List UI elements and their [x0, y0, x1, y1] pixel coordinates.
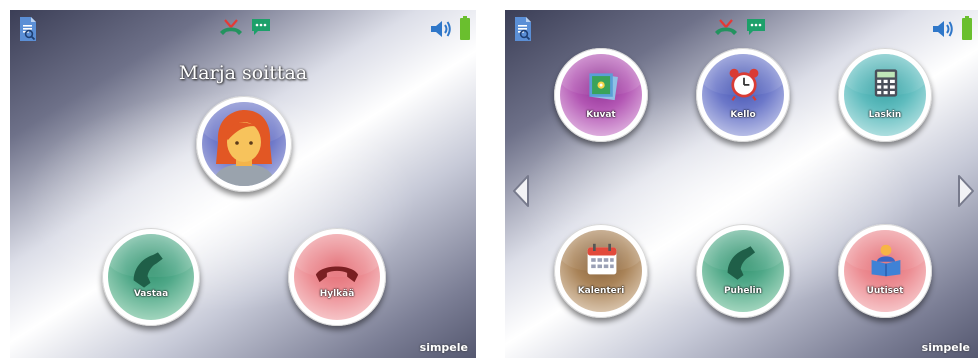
- app-tile-kuvat[interactable]: Kuvat: [554, 48, 648, 142]
- caller-name: Marja soittaa: [178, 62, 308, 84]
- caller-avatar: [196, 96, 292, 192]
- brand-logo: simpele: [419, 341, 468, 354]
- reject-label: Hylkää: [319, 289, 355, 299]
- app-label: Kuvat: [586, 110, 616, 120]
- arrow-right-icon[interactable]: [956, 174, 976, 208]
- reject-button[interactable]: Hylkää: [288, 228, 386, 326]
- status-notifications: [713, 18, 766, 40]
- app-label: Laskin: [868, 110, 902, 120]
- phone-handset-icon: [133, 252, 163, 288]
- document-search-icon[interactable]: [18, 16, 38, 42]
- battery-icon: [962, 16, 972, 40]
- answer-label: Vastaa: [133, 289, 169, 299]
- arrow-left-icon[interactable]: [511, 174, 531, 208]
- missed-call-icon[interactable]: [713, 18, 739, 36]
- message-icon[interactable]: [746, 18, 766, 36]
- status-notifications: [218, 18, 271, 40]
- message-icon[interactable]: [251, 18, 271, 36]
- app-tile-laskin[interactable]: Laskin: [838, 48, 932, 142]
- app-tile-kalenteri[interactable]: Kalenteri: [554, 224, 648, 318]
- battery-icon: [460, 16, 470, 40]
- app-tile-puhelin[interactable]: Puhelin: [696, 224, 790, 318]
- phone-icon: [727, 246, 756, 280]
- app-label: Puhelin: [723, 286, 763, 296]
- app-label: Uutiset: [866, 286, 904, 296]
- hang-up-icon: [315, 266, 359, 283]
- speaker-icon[interactable]: [932, 20, 954, 38]
- app-label: Kello: [730, 110, 756, 120]
- home-screen: Kuvat Kello Laskin Kalenteri Puhelin Uut…: [505, 10, 978, 358]
- app-tile-kello[interactable]: Kello: [696, 48, 790, 142]
- incoming-call-screen: Marja soittaa Vastaa Hylkää simpele: [10, 10, 476, 358]
- document-search-icon[interactable]: [513, 16, 533, 42]
- calculator-icon: [874, 69, 898, 97]
- news-reader-icon: [871, 244, 901, 277]
- missed-call-icon[interactable]: [218, 18, 244, 36]
- app-tile-uutiset[interactable]: Uutiset: [838, 224, 932, 318]
- woman-avatar-icon: [212, 110, 276, 186]
- alarm-clock-icon: [729, 68, 759, 101]
- speaker-icon[interactable]: [430, 20, 452, 38]
- calendar-icon: [587, 243, 617, 275]
- answer-button[interactable]: Vastaa: [102, 228, 200, 326]
- photos-icon: [589, 73, 618, 101]
- app-label: Kalenteri: [577, 286, 625, 296]
- brand-logo: simpele: [921, 341, 970, 354]
